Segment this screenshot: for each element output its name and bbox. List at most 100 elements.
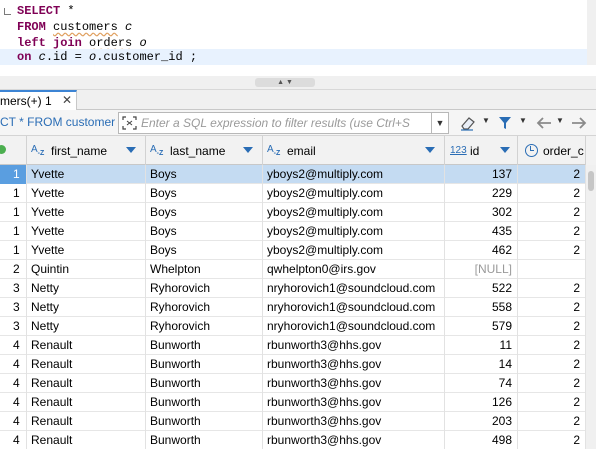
sql-editor[interactable]: SELECT * FROM customers c left join orde…	[0, 0, 596, 80]
table-row[interactable]: 4 Renault Bunworth rbunworth3@hhs.gov 14 2	[0, 355, 586, 374]
table-row[interactable]: 1 Yvette Boys yboys2@multiply.com 435 2	[0, 222, 586, 241]
cell-order[interactable]: 2	[518, 279, 586, 298]
row-number[interactable]: 3	[0, 317, 27, 336]
row-number[interactable]: 4	[0, 431, 27, 449]
cell-order[interactable]: 2	[518, 222, 586, 241]
cell-first-name[interactable]: Yvette	[27, 165, 146, 184]
row-number[interactable]: 4	[0, 393, 27, 412]
cell-last-name[interactable]: Boys	[146, 203, 263, 222]
cell-id[interactable]: 229	[445, 184, 518, 203]
cell-email[interactable]: yboys2@multiply.com	[263, 222, 445, 241]
query-label[interactable]: CT * FROM customer	[0, 115, 115, 129]
cell-email[interactable]: yboys2@multiply.com	[263, 165, 445, 184]
row-number[interactable]: 1	[0, 222, 27, 241]
column-header-last-name[interactable]: A-Z last_name	[146, 136, 263, 165]
cell-first-name[interactable]: Yvette	[27, 184, 146, 203]
cell-id[interactable]: 74	[445, 374, 518, 393]
cell-first-name[interactable]: Yvette	[27, 203, 146, 222]
sort-arrow-icon[interactable]	[425, 147, 435, 153]
table-row[interactable]: 1 Yvette Boys yboys2@multiply.com 137 2	[0, 165, 586, 184]
cell-last-name[interactable]: Boys	[146, 241, 263, 260]
row-number[interactable]: 4	[0, 374, 27, 393]
table-row[interactable]: 3 Netty Ryhorovich nryhorovich1@soundcloud.…	[0, 298, 586, 317]
cell-last-name[interactable]: Ryhorovich	[146, 298, 263, 317]
editor-vertical-scrollbar[interactable]	[587, 0, 596, 65]
expand-icon[interactable]	[122, 116, 137, 130]
cell-email[interactable]: yboys2@multiply.com	[263, 184, 445, 203]
cell-first-name[interactable]: Renault	[27, 355, 146, 374]
cell-order[interactable]: 2	[518, 431, 586, 449]
table-row[interactable]: 4 Renault Bunworth rbunworth3@hhs.gov 498 2	[0, 431, 586, 449]
filter-history-dropdown[interactable]: ▼	[431, 112, 449, 134]
cell-email[interactable]: rbunworth3@hhs.gov	[263, 431, 445, 449]
funnel-icon[interactable]	[497, 115, 513, 131]
column-header-email[interactable]: A-Z email	[263, 136, 445, 165]
cell-order[interactable]: 2	[518, 165, 586, 184]
chevron-down-icon[interactable]: ▼	[482, 116, 490, 125]
cell-id[interactable]: 579	[445, 317, 518, 336]
table-row[interactable]: 4 Renault Bunworth rbunworth3@hhs.gov 126 2	[0, 393, 586, 412]
fold-marker-icon[interactable]	[4, 8, 11, 15]
table-row[interactable]: 2 Quintin Whelpton qwhelpton0@irs.gov [NULL]	[0, 260, 586, 279]
column-header-id[interactable]: 123 id	[445, 136, 518, 165]
cell-order[interactable]: 2	[518, 393, 586, 412]
table-row[interactable]: 3 Netty Ryhorovich nryhorovich1@soundcloud.…	[0, 279, 586, 298]
cell-id[interactable]: 203	[445, 412, 518, 431]
cell-email[interactable]: nryhorovich1@soundcloud.com	[263, 279, 445, 298]
cell-id[interactable]: 498	[445, 431, 518, 449]
cell-first-name[interactable]: Renault	[27, 336, 146, 355]
cell-last-name[interactable]: Bunworth	[146, 336, 263, 355]
cell-order[interactable]	[518, 260, 586, 279]
grid-vertical-scrollbar[interactable]	[586, 165, 596, 449]
cell-first-name[interactable]: Renault	[27, 393, 146, 412]
column-header-first-name[interactable]: A-Z first_name	[27, 136, 146, 165]
cell-id[interactable]: 522	[445, 279, 518, 298]
arrow-left-icon[interactable]	[535, 115, 553, 131]
cell-email[interactable]: yboys2@multiply.com	[263, 203, 445, 222]
cell-id[interactable]: 302	[445, 203, 518, 222]
cell-last-name[interactable]: Ryhorovich	[146, 317, 263, 336]
cell-id[interactable]: 435	[445, 222, 518, 241]
row-number[interactable]: 3	[0, 279, 27, 298]
cell-last-name[interactable]: Boys	[146, 184, 263, 203]
row-number-header[interactable]	[0, 136, 27, 165]
cell-first-name[interactable]: Quintin	[27, 260, 146, 279]
cell-email[interactable]: nryhorovich1@soundcloud.com	[263, 317, 445, 336]
cell-order[interactable]: 2	[518, 336, 586, 355]
cell-email[interactable]: nryhorovich1@soundcloud.com	[263, 298, 445, 317]
cell-id[interactable]: 126	[445, 393, 518, 412]
row-number[interactable]: 1	[0, 241, 27, 260]
cell-id[interactable]: 462	[445, 241, 518, 260]
table-row[interactable]: 4 Renault Bunworth rbunworth3@hhs.gov 11 2	[0, 336, 586, 355]
sort-arrow-icon[interactable]	[500, 147, 510, 153]
cell-last-name[interactable]: Whelpton	[146, 260, 263, 279]
cell-order[interactable]: 2	[518, 241, 586, 260]
row-number[interactable]: 4	[0, 336, 27, 355]
cell-first-name[interactable]: Netty	[27, 317, 146, 336]
cell-id[interactable]: 558	[445, 298, 518, 317]
cell-last-name[interactable]: Boys	[146, 165, 263, 184]
sort-arrow-icon[interactable]	[126, 147, 136, 153]
table-row[interactable]: 1 Yvette Boys yboys2@multiply.com 302 2	[0, 203, 586, 222]
close-icon[interactable]: ✕	[62, 93, 72, 107]
table-row[interactable]: 3 Netty Ryhorovich nryhorovich1@soundcloud.…	[0, 317, 586, 336]
table-row[interactable]: 4 Renault Bunworth rbunworth3@hhs.gov 74 2	[0, 374, 586, 393]
cell-last-name[interactable]: Bunworth	[146, 412, 263, 431]
cell-first-name[interactable]: Renault	[27, 374, 146, 393]
cell-id[interactable]: 137	[445, 165, 518, 184]
chevron-down-icon[interactable]: ▼	[519, 116, 527, 125]
cell-id[interactable]: [NULL]	[445, 260, 518, 279]
cell-email[interactable]: rbunworth3@hhs.gov	[263, 412, 445, 431]
cell-last-name[interactable]: Bunworth	[146, 374, 263, 393]
cell-email[interactable]: rbunworth3@hhs.gov	[263, 355, 445, 374]
cell-first-name[interactable]: Netty	[27, 279, 146, 298]
cell-first-name[interactable]: Yvette	[27, 241, 146, 260]
row-number[interactable]: 3	[0, 298, 27, 317]
scrollbar-thumb[interactable]	[588, 171, 594, 191]
cell-last-name[interactable]: Bunworth	[146, 393, 263, 412]
cell-id[interactable]: 14	[445, 355, 518, 374]
row-number[interactable]: 1	[0, 203, 27, 222]
cell-id[interactable]: 11	[445, 336, 518, 355]
table-row[interactable]: 1 Yvette Boys yboys2@multiply.com 462 2	[0, 241, 586, 260]
row-number[interactable]: 4	[0, 412, 27, 431]
